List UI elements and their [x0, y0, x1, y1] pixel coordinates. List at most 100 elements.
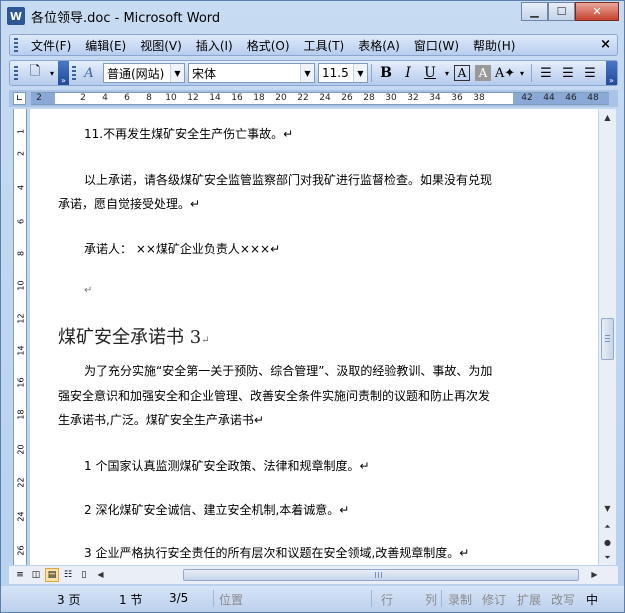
word-app-icon: W [7, 7, 25, 25]
status-language[interactable]: 中 [586, 591, 598, 608]
underline-button[interactable]: U [420, 63, 440, 83]
italic-button[interactable]: I [398, 63, 418, 83]
horizontal-ruler-bar: ∟ 2 2 4 6 8 10 12 14 16 18 20 22 24 26 2… [9, 90, 618, 107]
status-track-changes[interactable]: 修订 [482, 591, 506, 608]
toolbar-divider [531, 64, 532, 82]
chevron-down-icon[interactable]: ▼ [353, 64, 367, 82]
horizontal-ruler[interactable]: 2 2 4 6 8 10 12 14 16 18 20 22 24 26 28 … [31, 92, 609, 105]
reading-layout-view-icon[interactable]: ▯ [77, 568, 91, 582]
ruler-tick: 36 [451, 93, 463, 103]
status-position[interactable]: 3/5 [169, 591, 188, 605]
font-size-select[interactable]: 11.5 ▼ [318, 63, 368, 83]
menu-window[interactable]: 窗口(W) [407, 37, 466, 54]
scroll-left-icon[interactable]: ◀ [93, 567, 108, 582]
close-icon: ✕ [592, 5, 602, 18]
toolbar-divider [371, 64, 372, 82]
view-and-scroll-bar: ≡ ◫ ▤ ☷ ▯ ◀ ▶ [9, 566, 618, 584]
status-divider [213, 590, 214, 607]
underline-dropdown-icon[interactable]: ▾ [442, 63, 452, 83]
outline-view-icon[interactable]: ☷ [61, 568, 75, 582]
ruler-tick: 6 [124, 93, 130, 103]
ruler-tick: 8 [146, 93, 152, 103]
scroll-up-icon[interactable]: ▲ [600, 110, 615, 125]
character-border-icon[interactable]: A [454, 65, 470, 81]
select-browse-object-icon[interactable]: ● [600, 535, 615, 550]
vertical-scrollbar[interactable]: ▲ ▼ ⏶ ● ⏷ [598, 109, 616, 565]
ruler-tick: 28 [363, 93, 375, 103]
document-page[interactable]: 11.不再发生煤矿安全生产伤亡事故。↵ 以上承诺，请各级煤矿安全监管监察部门对我… [30, 109, 598, 565]
status-section[interactable]: 1 节 [119, 591, 142, 608]
new-dropdown-icon[interactable]: ▾ [47, 63, 57, 83]
menu-format[interactable]: 格式(O) [240, 37, 297, 54]
menu-table[interactable]: 表格(A) [351, 37, 407, 54]
document-area[interactable]: 11.不再发生煤矿安全生产伤亡事故。↵ 以上承诺，请各级煤矿安全监管监察部门对我… [30, 109, 598, 565]
style-value: 普通(网站) [107, 66, 165, 81]
vruler-tick: 16 [16, 377, 26, 388]
vruler-tick: 8 [16, 250, 26, 257]
scroll-right-icon[interactable]: ▶ [587, 567, 602, 582]
effects-dropdown-icon[interactable]: ▾ [517, 63, 527, 83]
status-page[interactable]: 3 页 [57, 591, 80, 608]
menu-insert[interactable]: 插入(I) [189, 37, 240, 54]
style-select[interactable]: 普通(网站) ▼ [103, 63, 185, 83]
minimize-button[interactable]: ▁ [521, 2, 548, 21]
horizontal-scroll-thumb[interactable] [183, 569, 579, 581]
status-at[interactable]: 位置 [219, 591, 243, 608]
text-effects-icon[interactable]: A✦ [495, 63, 515, 83]
chevron-down-icon[interactable]: ▼ [300, 64, 314, 82]
tab-selector-icon[interactable]: ∟ [13, 92, 26, 105]
status-record[interactable]: 录制 [448, 591, 472, 608]
menu-grip-handle[interactable] [14, 38, 18, 52]
paragraph-mark: ↵ [201, 335, 210, 346]
ruler-tick: 26 [341, 93, 353, 103]
styles-pane-icon[interactable]: A [79, 63, 99, 83]
status-column[interactable]: 列 [425, 591, 437, 608]
menu-view[interactable]: 视图(V) [133, 37, 189, 54]
menu-edit[interactable]: 编辑(E) [78, 37, 133, 54]
align-right-icon[interactable]: ☰ [580, 63, 600, 83]
bold-button[interactable]: B [376, 63, 396, 83]
list-item: 2 深化煤矿安全诚信、建立安全机制,本着诚意。↵ [84, 503, 350, 517]
scroll-down-icon[interactable]: ▼ [600, 501, 615, 516]
ruler-tick: 48 [587, 93, 599, 103]
status-divider [441, 590, 442, 607]
previous-page-icon[interactable]: ⏶ [600, 519, 615, 534]
maximize-button[interactable]: ☐ [548, 2, 575, 21]
toolbar-options-chevron[interactable]: » [58, 61, 69, 85]
title-bar[interactable]: W 各位领导.doc - Microsoft Word ▁ ☐ ✕ [1, 1, 624, 31]
align-center-icon[interactable]: ☰ [558, 63, 578, 83]
web-layout-view-icon[interactable]: ◫ [29, 568, 43, 582]
document-close-button[interactable]: × [600, 37, 611, 52]
next-page-icon[interactable]: ⏷ [600, 550, 615, 565]
horizontal-scrollbar[interactable]: ◀ ▶ [93, 567, 603, 583]
vertical-scroll-thumb[interactable] [601, 318, 614, 360]
toolbar2-grip-handle[interactable] [72, 66, 76, 80]
menu-help[interactable]: 帮助(H) [466, 37, 522, 54]
ruler-tick: 12 [187, 93, 199, 103]
ruler-tick: 14 [209, 93, 221, 103]
close-window-button[interactable]: ✕ [575, 2, 619, 21]
section-heading: 煤矿安全承诺书 3↵ [58, 323, 210, 349]
menu-tools[interactable]: 工具(T) [297, 37, 352, 54]
align-left-icon[interactable]: ☰ [536, 63, 556, 83]
toolbar-grip-handle[interactable] [14, 66, 18, 80]
menu-file[interactable]: 文件(F) [24, 37, 78, 54]
status-overtype[interactable]: 改写 [551, 591, 575, 608]
ruler-tick: 38 [473, 93, 485, 103]
status-line[interactable]: 行 [381, 591, 393, 608]
new-document-icon[interactable]: 🗋 [25, 63, 45, 83]
vertical-ruler[interactable]: 1 2 4 6 8 10 12 14 16 18 20 22 24 26 [13, 109, 27, 565]
status-extend[interactable]: 扩展 [517, 591, 541, 608]
ruler-left-margin [31, 93, 55, 104]
paragraph-line: 以上承诺，请各级煤矿安全监管监察部门对我矿进行监督检查。如果没有兑现 [84, 173, 493, 187]
print-layout-view-icon[interactable]: ▤ [45, 568, 59, 582]
toolbar-overflow-chevron[interactable]: » [606, 61, 617, 85]
character-shading-icon[interactable]: A [475, 65, 491, 81]
normal-view-icon[interactable]: ≡ [13, 568, 27, 582]
vruler-tick: 10 [16, 280, 26, 291]
list-item: 1 个国家认真监测煤矿安全政策、法律和规章制度。↵ [84, 459, 370, 473]
chevron-down-icon[interactable]: ▼ [170, 64, 184, 82]
font-select[interactable]: 宋体 ▼ [188, 63, 315, 83]
formatting-toolbar: 🗋 ▾ » A 普通(网站) ▼ 宋体 ▼ 11.5 ▼ B I U ▾ A A… [9, 60, 618, 86]
heading-text: 煤矿安全承诺书 3 [58, 327, 202, 348]
